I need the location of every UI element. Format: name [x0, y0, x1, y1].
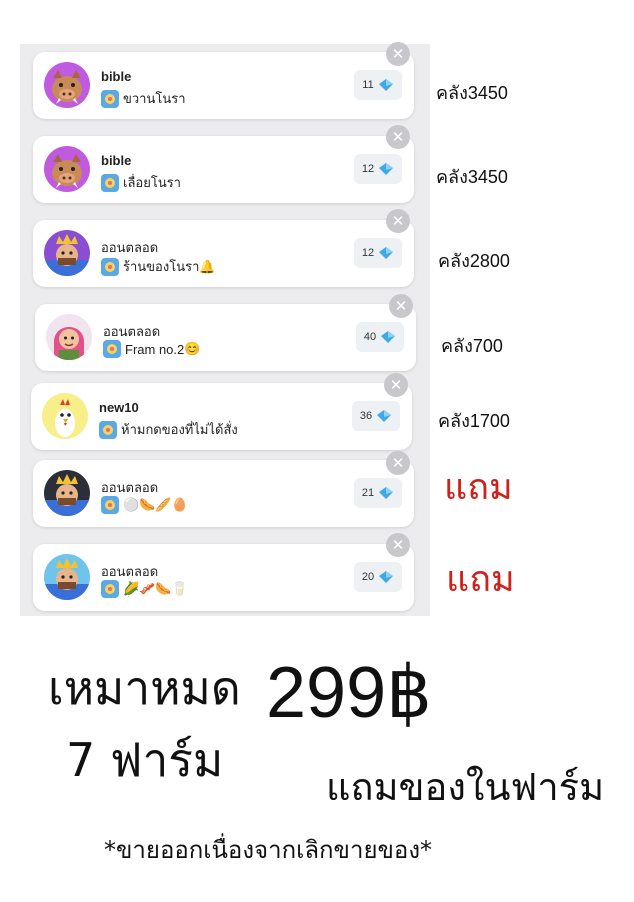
close-icon[interactable]: ✕: [386, 209, 410, 233]
count-badge: 12: [354, 238, 402, 268]
item-emojis: 🌽🥓🌭🥛: [123, 581, 188, 596]
farm-card-3[interactable]: ออนตลอด ร้านของโนรา 🔔 12: [33, 220, 414, 287]
gift-label: แถม: [446, 559, 515, 600]
farm-name: ออนตลอด: [101, 564, 159, 579]
offer-headline: เหมาหมด: [48, 661, 241, 715]
offer-note: *ขายออกเนื่องจากเลิกขายของ*: [104, 836, 433, 864]
gem-icon: [379, 571, 394, 583]
farm-subtitle: 🌽🥓🌭🥛: [101, 580, 188, 598]
count-value: 21: [361, 487, 375, 499]
farm-name: bible: [101, 153, 132, 168]
count-badge: 11: [354, 70, 402, 100]
farm-card-5[interactable]: new10 ห้ามกดของที่ไม่ได้สั่ง 36: [31, 383, 412, 450]
game-icon: [103, 340, 121, 358]
count-badge: 20: [354, 562, 402, 592]
farm-card-7[interactable]: ออนตลอด 🌽🥓🌭🥛 20: [33, 544, 414, 611]
game-icon: [101, 580, 119, 598]
farm-subtitle: ⚪🌭🥖🥚: [101, 496, 188, 514]
farm-name: bible: [101, 69, 132, 84]
close-icon[interactable]: ✕: [386, 451, 410, 475]
gem-icon: [379, 163, 394, 175]
chicken-avatar-icon: [42, 393, 88, 439]
count-badge: 12: [354, 154, 402, 184]
game-icon: [101, 89, 119, 108]
smile-icon: 😊: [184, 341, 201, 356]
game-icon: [101, 496, 119, 514]
archer-avatar-icon: [46, 314, 92, 360]
gem-icon: [381, 331, 396, 343]
offer-bonus: แถมของในฟาร์ม: [326, 765, 605, 809]
count-badge: 40: [356, 322, 404, 352]
farm-subtitle: ร้านของโนรา 🔔: [101, 256, 216, 277]
count-badge: 21: [354, 478, 402, 508]
farm-subtitle-text: เลื่อยโนรา: [123, 175, 181, 190]
stock-label: คลัง1700: [438, 411, 510, 431]
farm-name: ออนตลอด: [101, 480, 159, 495]
farm-card-1[interactable]: bible ขวานโนรา 11: [33, 52, 414, 119]
count-value: 20: [361, 571, 375, 583]
king-avatar-icon: [44, 470, 90, 516]
pig-avatar-icon: [44, 146, 90, 192]
king-avatar-icon: [44, 230, 90, 276]
item-emojis: ⚪🌭🥖🥚: [123, 497, 188, 512]
offer-price: 299฿: [266, 653, 432, 733]
farm-subtitle: Fram no.2 😊: [103, 340, 200, 358]
gem-icon: [379, 487, 394, 499]
farm-card-4[interactable]: ออนตลอด Fram no.2 😊 40: [35, 304, 416, 371]
close-icon[interactable]: ✕: [389, 294, 413, 318]
stock-label: คลัง700: [441, 336, 503, 356]
close-icon[interactable]: ✕: [386, 125, 410, 149]
stock-label: คลัง3450: [436, 83, 508, 103]
stock-label: คลัง3450: [436, 167, 508, 187]
stock-label: คลัง2800: [438, 251, 510, 271]
farm-subtitle-text: ร้านของโนรา: [123, 259, 200, 274]
count-value: 11: [362, 79, 374, 91]
count-value: 12: [361, 163, 375, 175]
close-icon[interactable]: ✕: [386, 42, 410, 66]
farm-card-6[interactable]: ออนตลอด ⚪🌭🥖🥚 21: [33, 460, 414, 527]
farm-subtitle-text: ห้ามกดของที่ไม่ได้สั่ง: [121, 422, 238, 437]
close-icon[interactable]: ✕: [384, 373, 408, 397]
count-value: 36: [359, 410, 373, 422]
gem-icon: [377, 410, 392, 422]
farm-card-2[interactable]: bible เลื่อยโนรา 12: [33, 136, 414, 203]
farm-subtitle: ขวานโนรา: [101, 88, 186, 109]
gem-icon: [378, 79, 393, 91]
farm-subtitle-text: ขวานโนรา: [123, 91, 186, 106]
farm-subtitle-text: Fram no.2: [125, 341, 185, 357]
game-icon: [101, 257, 119, 276]
gift-label: แถม: [444, 467, 513, 508]
game-icon: [101, 173, 119, 192]
farm-name: ออนตลอด: [103, 324, 161, 339]
farm-subtitle: เลื่อยโนรา: [101, 172, 181, 193]
king-avatar-icon: [44, 554, 90, 600]
offer-farm-count: 7 ฟาร์ม: [66, 733, 224, 787]
count-value: 12: [361, 247, 375, 259]
gem-icon: [379, 247, 394, 259]
bell-icon: 🔔: [199, 258, 216, 274]
farm-name: ออนตลอด: [101, 240, 159, 255]
pig-avatar-icon: [44, 62, 90, 108]
farm-name: new10: [99, 400, 139, 415]
count-value: 40: [363, 331, 377, 343]
farm-subtitle: ห้ามกดของที่ไม่ได้สั่ง: [99, 419, 238, 440]
count-badge: 36: [352, 401, 400, 431]
game-icon: [99, 420, 117, 439]
close-icon[interactable]: ✕: [386, 533, 410, 557]
